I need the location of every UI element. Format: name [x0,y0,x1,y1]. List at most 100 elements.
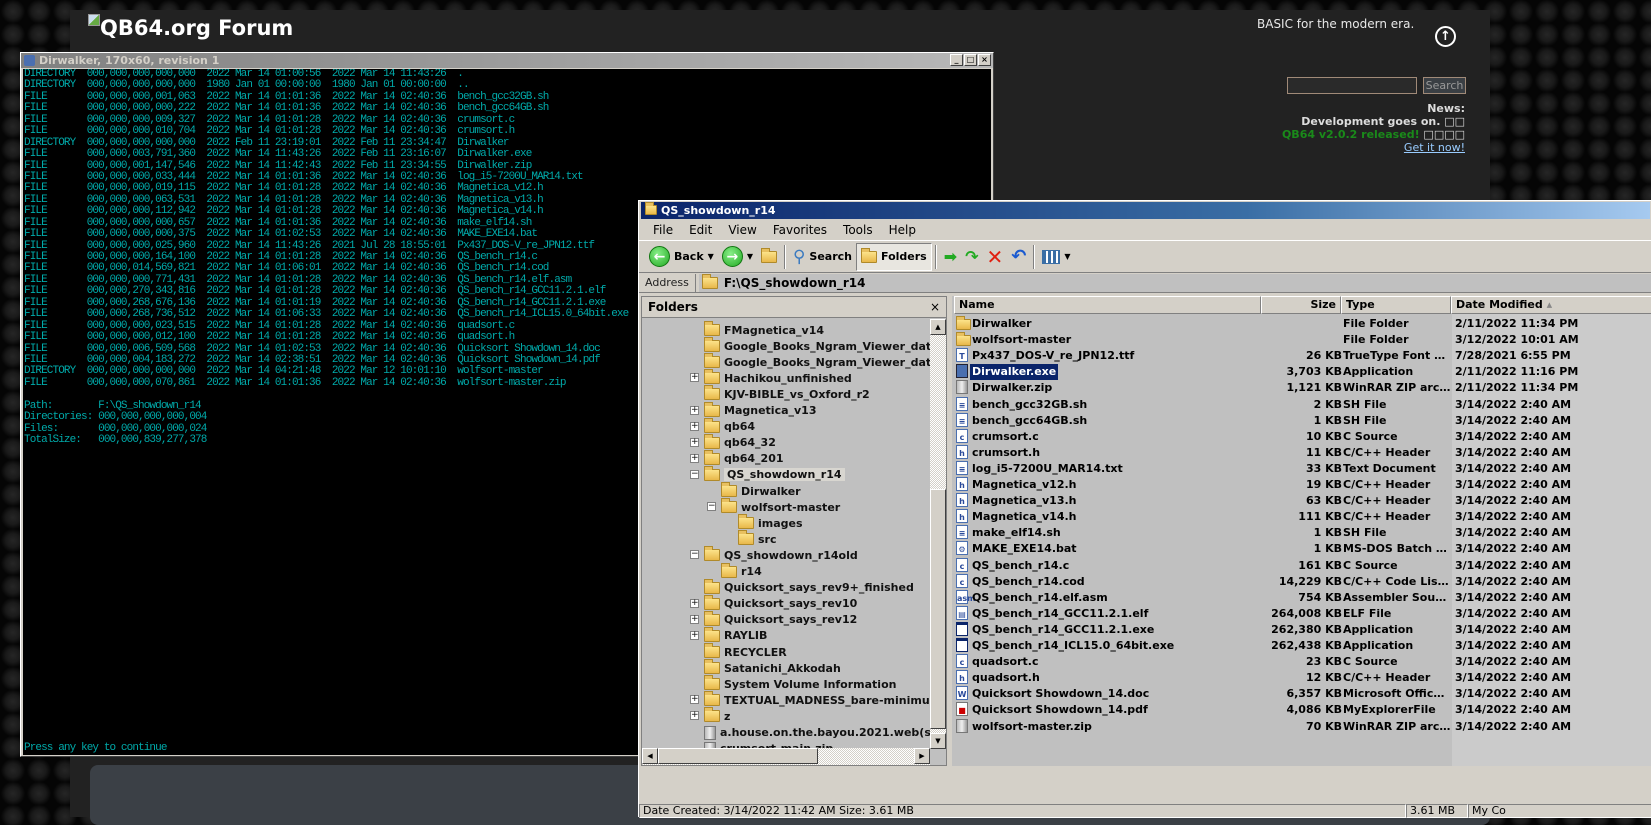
file-row[interactable]: T Px437_DOS-V_re_JPN12.ttf 26 KB TrueType F… [952,348,1651,364]
expand-icon[interactable]: + [690,373,699,383]
tree-item[interactable]: + Magnetica_v13 [690,401,817,419]
views-button[interactable]: ▼ [1038,243,1074,271]
tree-item[interactable]: r14 [721,562,762,580]
scroll-right-button[interactable]: ▶ [914,748,930,764]
collapse-icon[interactable]: − [707,502,716,512]
file-row[interactable]: Dirwalker.zip 1,121 KBWinRAR ZIP archi...… [952,380,1651,396]
file-row[interactable]: c QS_bench_r14.c 161 KB C Source 3/14/2022 2… [952,557,1651,574]
expand-icon[interactable]: + [690,421,699,431]
tree-item[interactable]: Google_Books_Ngram_Viewer_datasets [704,337,930,354]
tree-item[interactable]: − QS_showdown_r14 [690,465,845,483]
scroll-down-button[interactable]: ▼ [930,733,946,749]
tree-item[interactable]: + TEXTUAL_MADNESS_bare-minimum_20 [690,691,930,708]
column-header-date-modified[interactable]: Date Modified ▴ [1451,296,1651,314]
menu-edit[interactable]: Edit [681,223,720,237]
close-button[interactable]: × [978,54,991,66]
console-title-bar[interactable]: Dirwalker, 170x60, revision 1 _ □ × [21,53,993,68]
chevron-down-icon[interactable]: ▼ [708,252,714,261]
tree-item[interactable]: + Quicksort_says_rev10 [690,594,857,612]
column-header-name[interactable]: Name [954,296,1261,314]
tree-item[interactable]: + qb64 [690,417,755,435]
menu-view[interactable]: View [720,223,764,237]
delete-button[interactable]: ✕ [983,243,1008,271]
expand-icon[interactable]: + [690,711,699,721]
scroll-thumb[interactable] [930,489,946,729]
close-icon[interactable]: × [930,297,940,318]
collapse-icon[interactable]: − [690,469,699,479]
file-row[interactable]: c quadsort.c 23 KB C Source 3/14/2022 2:40 A… [952,654,1651,670]
up-folder-button[interactable] [757,243,781,271]
back-button[interactable]: ← Back ▼ [645,243,718,271]
file-row[interactable]: ≡ make_elf14.sh 1 KB SH File 3/14/2022 2:40 … [952,525,1651,541]
file-row[interactable]: c crumsort.c 10 KB C Source 3/14/2022 2:40 A… [952,428,1651,445]
file-row[interactable]: ■ Quicksort Showdown_14.pdf 4,086 KB MyExpl… [952,702,1651,718]
file-row[interactable]: ≡ bench_gcc32GB.sh 2 KB SH File 3/14/2022 2:… [952,396,1651,413]
tree-item[interactable]: + Hachikou_unfinished [690,369,852,386]
file-row[interactable]: Dirwalker File Folder 2/11/2022 11:34 PM [952,316,1651,332]
file-row[interactable]: h Magnetica_v14.h 111 KB C/C++ Header 3/14/2… [952,509,1651,525]
menu-help[interactable]: Help [881,223,924,237]
scroll-left-button[interactable]: ◀ [642,748,658,764]
menu-tools[interactable]: Tools [835,223,881,237]
tree-item[interactable]: + Quicksort_says_rev12 [690,610,857,628]
expand-icon[interactable]: + [690,437,699,447]
file-row[interactable]: c QS_bench_r14.cod 14,229 KB C/C++ Code Lis… [952,573,1651,590]
tree-item[interactable]: Google_Books_Ngram_Viewer_datasets [704,353,930,370]
forum-search-button[interactable]: Search [1423,77,1466,94]
expand-icon[interactable]: + [690,695,699,705]
minimize-button[interactable]: _ [950,54,963,66]
undo-button[interactable]: ↶ [1007,243,1030,271]
tree-item[interactable]: src [738,530,777,547]
menu-favorites[interactable]: Favorites [765,223,835,237]
file-row[interactable]: h crumsort.h 11 KB C/C++ Header 3/14/2022 2:… [952,444,1651,461]
tree-item[interactable]: + qb64_201 [690,449,784,467]
address-input[interactable]: F:\QS_showdown_r14 [698,273,1651,292]
folders-button[interactable]: Folders [856,242,932,271]
expand-icon[interactable]: + [690,405,699,415]
file-row[interactable]: ≡ log_i5-7200U_MAR14.txt 33 KB Text Documen… [952,460,1651,477]
expand-icon[interactable]: + [690,453,699,463]
copy-to-button[interactable]: ↷ [961,243,982,271]
expand-icon[interactable]: + [690,630,699,640]
file-row[interactable]: QS_bench_r14_ICL15.0_64bit.exe 262,438 KB… [952,638,1651,654]
file-row[interactable]: h Magnetica_v13.h 63 KB C/C++ Header 3/14/20… [952,493,1651,509]
forum-logo[interactable]: QB64.org Forum [88,14,293,40]
file-row[interactable]: h quadsort.h 12 KB C/C++ Header 3/14/2022 2:… [952,670,1651,686]
forum-search-input[interactable] [1287,77,1417,94]
forward-button[interactable]: → ▼ [718,243,757,271]
file-row[interactable]: wolfsort-master.zip 70 KB WinRAR ZIP archi… [952,718,1651,735]
search-button[interactable]: ⚲ Search [789,243,856,271]
tree-item[interactable]: Quicksort_says_rev9+_finished [704,578,914,596]
tree-item[interactable]: + RAYLIB [690,626,767,644]
expand-icon[interactable]: + [690,598,699,608]
tree-horizontal-scrollbar[interactable]: ◀ ▶ [642,748,930,765]
file-row[interactable]: QS_bench_r14_GCC11.2.1.exe 262,380 KB Appl… [952,621,1651,638]
explorer-title-bar[interactable]: QS_showdown_r14 [641,202,1650,219]
tree-item[interactable]: − QS_showdown_r14old [690,546,858,563]
tree-item[interactable]: FMagnetica_v14 [704,321,824,338]
file-row[interactable]: ⚙ MAKE_EXE14.bat 1 KB MS-DOS Batch File 3/14… [952,541,1651,557]
file-row[interactable]: wolfsort-master File Folder 3/12/2022 10:0… [952,332,1651,348]
tree-item[interactable]: + qb64_32 [690,433,776,451]
explorer-window[interactable]: QS_showdown_r14 File Edit View Favorites Too… [638,200,1651,818]
tree-item[interactable]: + z [690,707,730,724]
chevron-down-icon[interactable]: ▼ [747,252,753,261]
move-to-button[interactable]: ➡ [940,243,961,271]
collapse-icon[interactable]: − [690,550,699,560]
file-row[interactable]: Dirwalker.exe 3,703 KB Application 2/11/202… [952,364,1651,381]
tree-item[interactable]: RECYCLER [704,643,787,660]
chevron-down-icon[interactable]: ▼ [1064,252,1070,261]
tree-item[interactable]: KJV-BIBLE_vs_Oxford_r2 [704,385,870,402]
scroll-thumb[interactable] [658,748,818,764]
tree-item[interactable]: − wolfsort-master [707,498,840,515]
expand-icon[interactable]: + [690,614,699,624]
get-it-now-link[interactable]: Get it now! [1404,141,1465,154]
file-row[interactable]: asm QS_bench_r14.elf.asm 754 KB Assembler S… [952,589,1651,606]
file-row[interactable]: ▤ QS_bench_r14_GCC11.2.1.elf 264,008 KB ELF… [952,605,1651,622]
file-row[interactable]: ≡ bench_gcc64GB.sh 1 KB SH File 3/14/2022 2:… [952,412,1651,429]
tree-vertical-scrollbar[interactable]: ▲ ▼ [930,319,946,749]
tree-item[interactable]: System Volume Information [704,675,896,692]
file-row[interactable]: h Magnetica_v12.h 19 KB C/C++ Header 3/14/20… [952,477,1651,493]
column-header-size[interactable]: Size [1261,296,1341,314]
menu-file[interactable]: File [645,223,681,237]
